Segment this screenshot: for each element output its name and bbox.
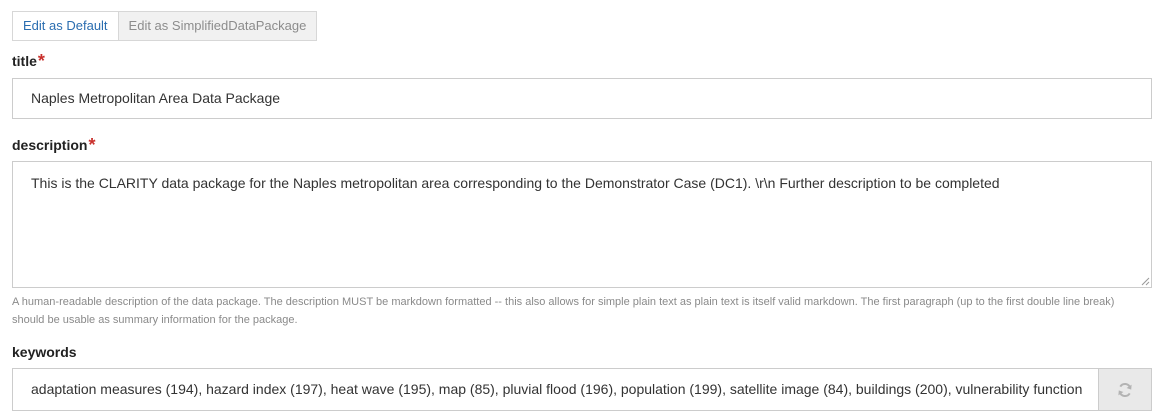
- description-help-line-2: should be usable as summary information …: [12, 314, 298, 326]
- required-asterisk: *: [88, 135, 96, 155]
- description-textarea[interactable]: This is the CLARITY data package for the…: [12, 161, 1152, 288]
- description-label: description*: [12, 135, 96, 155]
- tab-edit-as-simplified-data-package[interactable]: Edit as SimplifiedDataPackage: [117, 11, 318, 41]
- keywords-input[interactable]: adaptation measures (194), hazard index …: [12, 368, 1098, 411]
- required-asterisk: *: [37, 51, 45, 71]
- description-help-line-1: A human-readable description of the data…: [12, 296, 1115, 308]
- description-help-text: A human-readable description of the data…: [12, 293, 1152, 329]
- title-label: title*: [12, 51, 45, 71]
- refresh-icon: [1118, 382, 1132, 397]
- tab-edit-as-default[interactable]: Edit as Default: [12, 11, 118, 41]
- title-label-text: title: [12, 53, 37, 69]
- keywords-label: keywords: [12, 344, 77, 360]
- resize-handle-icon[interactable]: [1140, 276, 1150, 286]
- keywords-refresh-button[interactable]: [1098, 368, 1152, 411]
- title-input[interactable]: Naples Metropolitan Area Data Package: [12, 78, 1152, 119]
- description-label-text: description: [12, 137, 88, 153]
- keywords-input-group: adaptation measures (194), hazard index …: [12, 368, 1152, 411]
- description-text: This is the CLARITY data package for the…: [31, 175, 1000, 191]
- edit-mode-tabs: Edit as Default Edit as SimplifiedDataPa…: [12, 11, 318, 41]
- edit-form: Edit as Default Edit as SimplifiedDataPa…: [0, 0, 1159, 416]
